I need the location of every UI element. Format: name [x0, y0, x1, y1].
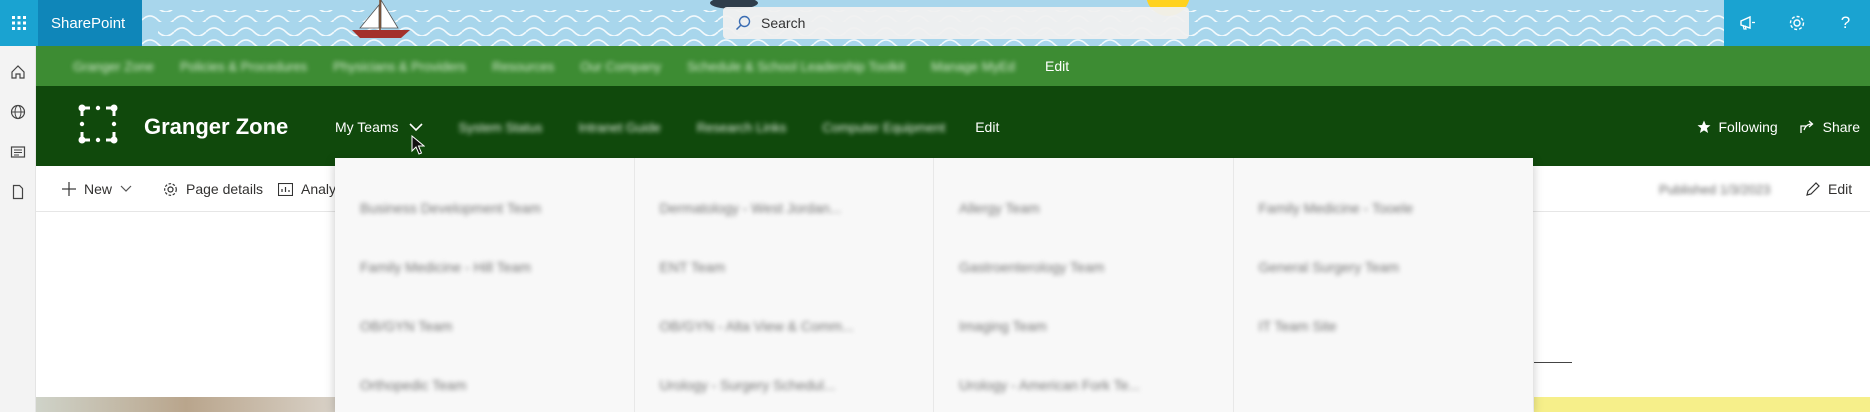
suite-actions: ? — [1724, 0, 1870, 46]
waffle-icon — [12, 16, 26, 30]
files-button[interactable] — [8, 182, 28, 202]
site-logo[interactable] — [78, 104, 118, 144]
mega-menu-column: Family Medicine - Tooele General Surgery… — [1234, 158, 1534, 412]
help-button[interactable]: ? — [1821, 0, 1870, 46]
mega-menu-link[interactable]: OB/GYN Team — [335, 296, 634, 355]
hub-nav-item[interactable]: Physicians & Providers — [333, 59, 466, 74]
header-actions: Following Share — [1675, 112, 1860, 142]
share-label: Share — [1822, 119, 1860, 135]
home-button[interactable] — [8, 62, 28, 82]
app-bar — [0, 46, 36, 412]
mega-menu-link[interactable]: ENT Team — [635, 237, 934, 296]
mega-menu-link[interactable]: Business Development Team — [335, 178, 634, 237]
search-icon — [735, 15, 751, 31]
hub-nav-item[interactable]: Policies & Procedures — [180, 59, 307, 74]
nav-item[interactable]: System Status — [459, 120, 543, 135]
hub-nav-edit-link[interactable]: Edit — [1045, 58, 1069, 74]
hub-nav-item[interactable]: Granger Zone — [73, 59, 154, 74]
suite-bar: SharePoint Search ? — [0, 0, 1870, 46]
nav-item[interactable]: Research Links — [697, 120, 787, 135]
sharepoint-brand-link[interactable]: SharePoint — [38, 0, 142, 46]
mega-menu-link[interactable]: Gastroenterology Team — [934, 237, 1233, 296]
mega-menu-link[interactable]: Imaging Team — [934, 296, 1233, 355]
hub-nav-item[interactable]: Our Company — [580, 59, 661, 74]
mega-menu-link[interactable]: OB/GYN - Alta View & Comm... — [635, 296, 934, 355]
publish-status: Published 1/3/2023 — [1659, 166, 1770, 212]
site-navigation: My Teams System Status Intranet Guide Re… — [335, 112, 999, 142]
site-title[interactable]: Granger Zone — [144, 114, 288, 140]
hero-image-right — [1534, 397, 1870, 412]
hub-nav-item[interactable]: Resources — [492, 59, 554, 74]
mega-menu-link[interactable]: General Surgery Team — [1234, 237, 1534, 296]
nav-item[interactable]: Computer Equipment — [822, 120, 945, 135]
globe-icon — [10, 104, 26, 120]
share-icon — [1799, 120, 1814, 133]
page-details-button[interactable]: Page details — [163, 166, 263, 212]
global-navigation-button[interactable] — [8, 102, 28, 122]
mega-menu-link[interactable]: IT Team Site — [1234, 296, 1534, 355]
mega-menu-link[interactable]: Dermatology - West Jordan... — [635, 178, 934, 237]
page-details-label: Page details — [186, 181, 264, 197]
new-label: New — [84, 181, 113, 197]
news-button[interactable] — [8, 142, 28, 162]
edit-label: Edit — [1828, 181, 1853, 197]
hub-nav-item[interactable]: Schedule & School Leadership Toolkit — [687, 59, 905, 74]
gear-icon — [164, 182, 177, 196]
following-label: Following — [1718, 119, 1778, 135]
mega-menu-link[interactable]: Family Medicine - Hill Team — [335, 237, 634, 296]
analytics-button[interactable]: Analy — [278, 166, 336, 212]
chevron-down-icon — [120, 185, 132, 192]
nav-item[interactable]: Intranet Guide — [578, 120, 660, 135]
app-launcher-button[interactable] — [0, 0, 38, 46]
share-button[interactable]: Share — [1799, 119, 1860, 135]
chevron-down-icon — [408, 123, 423, 132]
content-divider — [1534, 362, 1572, 363]
plus-icon — [62, 182, 76, 196]
mega-menu-link[interactable]: Urology - Surgery Schedul... — [635, 355, 934, 412]
nav-my-teams-label: My Teams — [335, 119, 399, 135]
my-teams-mega-menu: Business Development Team Family Medicin… — [335, 158, 1533, 412]
hub-nav-item[interactable]: Manage MyEd — [931, 59, 1015, 74]
hub-navigation: Granger Zone Policies & Procedures Physi… — [36, 46, 1870, 86]
nav-my-teams[interactable]: My Teams — [335, 119, 423, 135]
question-mark-icon: ? — [1840, 13, 1851, 32]
analytics-icon — [278, 182, 293, 196]
search-box[interactable]: Search — [723, 7, 1189, 39]
star-icon — [1697, 120, 1710, 133]
settings-button[interactable] — [1773, 0, 1822, 46]
mega-menu-column: Allergy Team Gastroenterology Team Imagi… — [934, 158, 1234, 412]
following-button[interactable]: Following — [1697, 119, 1778, 135]
mega-menu-link[interactable]: Allergy Team — [934, 178, 1233, 237]
home-icon — [11, 65, 25, 79]
pencil-icon — [1806, 182, 1820, 196]
mouse-cursor-icon — [411, 135, 425, 155]
new-button[interactable]: New — [62, 166, 140, 212]
mega-menu-column: Dermatology - West Jordan... ENT Team OB… — [635, 158, 934, 412]
megaphone-icon — [1740, 15, 1756, 30]
edit-page-button[interactable]: Edit — [1806, 166, 1852, 212]
announcement-button[interactable] — [1724, 0, 1773, 46]
search-placeholder: Search — [761, 15, 806, 31]
published-date: Published 1/3/2023 — [1659, 181, 1771, 197]
news-icon — [10, 146, 26, 158]
gear-icon — [1789, 15, 1805, 31]
mega-menu-link[interactable]: Orthopedic Team — [335, 355, 634, 412]
site-header: Granger Zone My Teams System Status Intr… — [36, 86, 1870, 166]
nav-edit-link[interactable]: Edit — [975, 119, 999, 135]
sharepoint-page: SharePoint Search ? Granger Zone Policie… — [0, 0, 1870, 412]
mega-menu-link[interactable]: Urology - American Fork Te... — [934, 355, 1233, 412]
hero-image-left — [36, 397, 336, 412]
document-icon — [12, 184, 24, 200]
mega-menu-link[interactable]: Family Medicine - Tooele — [1234, 178, 1534, 237]
analytics-label: Analy — [301, 181, 337, 197]
mega-menu-column: Business Development Team Family Medicin… — [335, 158, 635, 412]
